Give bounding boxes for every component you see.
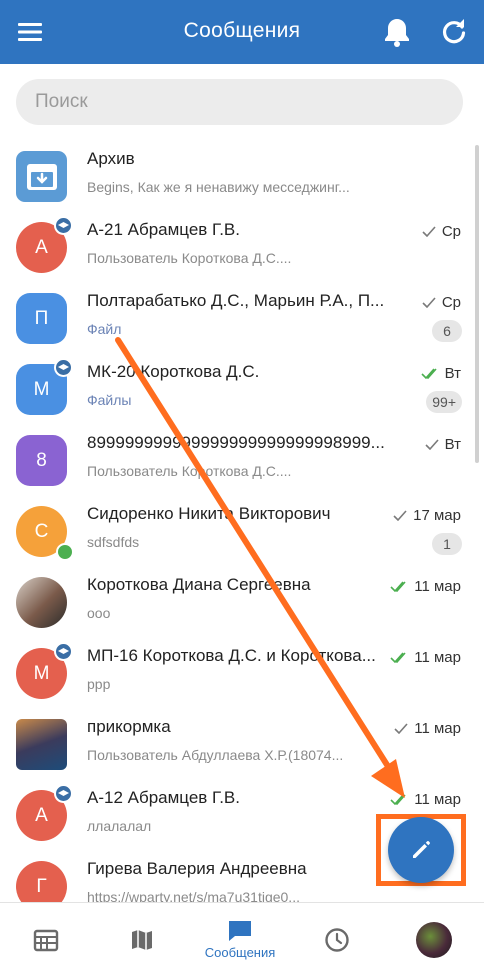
chat-name: Сидоренко Никита Викторович (87, 504, 331, 523)
nav-map[interactable] (118, 903, 166, 976)
chat-item[interactable]: А А-21 Абрамцев Г.В. Пользователь Коротк… (0, 211, 484, 282)
time-label: 11 мар (414, 720, 461, 737)
chat-item[interactable]: 8 899999999999999999999999998999... Поль… (0, 424, 484, 495)
time-label: Ср (441, 294, 461, 311)
time-label: Ср (441, 223, 461, 240)
read-check-icon (390, 581, 406, 592)
scrollbar[interactable] (475, 145, 479, 463)
chat-time: 11 мар (390, 649, 461, 666)
chat-preview: ооо (87, 605, 111, 621)
chat-name: 899999999999999999999999998999... (87, 433, 385, 452)
read-check-icon (421, 368, 437, 379)
chat-name: А-21 Абрамцев Г.В. (87, 220, 240, 239)
avatar: Г (16, 861, 67, 902)
chat-time: 17 мар (393, 507, 461, 524)
archive-icon (16, 151, 67, 202)
pencil-icon (413, 841, 430, 858)
chat-preview: Пользователь Короткова Д.С.... (87, 463, 292, 479)
avatar: 8 (16, 435, 67, 486)
chat-preview: https://wparty.net/s/ma7u31tige0... (87, 889, 300, 902)
chat-bubble-icon (229, 921, 251, 941)
chat-time: Ср (422, 294, 461, 311)
search-bar[interactable] (16, 79, 463, 125)
nav-schedule[interactable] (22, 903, 70, 976)
sent-check-icon (422, 297, 436, 308)
online-indicator (56, 543, 74, 561)
chat-item[interactable]: М МК-20 Короткова Д.С. Файлы Вт 99+ (0, 353, 484, 424)
compose-button[interactable] (388, 817, 454, 883)
chat-item[interactable]: П Полтарабатько Д.С., Марьин Р.А., П... … (0, 282, 484, 353)
chat-preview: Пользователь Короткова Д.С.... (87, 250, 292, 266)
read-check-icon (390, 794, 406, 805)
nav-history[interactable] (313, 903, 361, 976)
profile-avatar (416, 921, 452, 958)
nav-profile[interactable] (410, 903, 458, 976)
chat-name: Гирева Валерия Андреевна (87, 859, 307, 878)
sent-check-icon (394, 723, 408, 734)
chat-item[interactable]: Короткова Диана Сергеевна ооо 11 мар (0, 566, 484, 637)
map-icon (132, 929, 152, 950)
read-check-icon (390, 652, 406, 663)
chat-preview: ppp (87, 676, 111, 692)
chat-name: Архив (87, 149, 135, 168)
clock-icon (325, 927, 349, 952)
graduation-cap-icon (54, 642, 73, 661)
avatar (16, 577, 67, 628)
time-label: 11 мар (414, 649, 461, 666)
top-app-bar: Сообщения (0, 0, 484, 64)
chat-preview: ллалалал (87, 818, 152, 834)
chat-name: Полтарабатько Д.С., Марьин Р.А., П... (87, 291, 385, 310)
unread-count-badge: 1 (432, 533, 462, 555)
time-label: Вт (444, 436, 461, 453)
graduation-cap-icon (54, 358, 73, 377)
time-label: 11 мар (414, 791, 461, 808)
search-input[interactable] (16, 79, 435, 125)
chat-preview: Файлы (87, 392, 132, 408)
chat-item-archive[interactable]: Архив Begins, Как же я ненавижу месседжи… (0, 140, 484, 211)
graduation-cap-icon (54, 784, 73, 803)
avatar: П (16, 293, 67, 344)
chat-time: 11 мар (390, 791, 461, 808)
chat-item[interactable]: С Сидоренко Никита Викторович sdfsdfds 1… (0, 495, 484, 566)
chat-name: Короткова Диана Сергеевна (87, 575, 311, 594)
chat-name: МК-20 Короткова Д.С. (87, 362, 260, 381)
time-label: Вт (444, 365, 461, 382)
time-label: 17 мар (413, 507, 461, 524)
sent-check-icon (425, 439, 439, 450)
bottom-navigation: Сообщения (0, 902, 484, 976)
avatar (16, 719, 67, 770)
unread-count-badge: 6 (432, 320, 462, 342)
graduation-cap-icon (54, 216, 73, 235)
chat-time: Вт (425, 436, 461, 453)
chat-item[interactable]: М МП-16 Короткова Д.С. и Короткова... pp… (0, 637, 484, 708)
chat-preview: Begins, Как же я ненавижу месседжинг... (87, 179, 350, 195)
chat-preview: Пользователь Абдуллаева Х.Р.(18074... (87, 747, 344, 763)
chat-list[interactable]: Архив Begins, Как же я ненавижу месседжи… (0, 140, 484, 902)
sent-check-icon (393, 510, 407, 521)
chat-name: А-12 Абрамцев Г.В. (87, 788, 240, 807)
nav-messages-label: Сообщения (204, 945, 276, 960)
sent-check-icon (422, 226, 436, 237)
chat-time: 11 мар (394, 720, 461, 737)
chat-name: МП-16 Короткова Д.С. и Короткова... (87, 646, 376, 665)
chat-preview: Файл (87, 321, 122, 337)
refresh-icon[interactable] (438, 16, 470, 48)
chat-item[interactable]: прикормка Пользователь Абдуллаева Х.Р.(1… (0, 708, 484, 779)
unread-count-badge: 99+ (426, 391, 462, 413)
chat-time: Ср (422, 223, 461, 240)
bell-icon[interactable] (381, 16, 413, 48)
chat-time: Вт (421, 365, 461, 382)
chat-name: прикормка (87, 717, 171, 736)
time-label: 11 мар (414, 578, 461, 595)
nav-messages[interactable]: Сообщения (195, 903, 285, 976)
calendar-icon (33, 929, 59, 951)
chat-time: 11 мар (390, 578, 461, 595)
chat-preview: sdfsdfds (87, 534, 140, 550)
